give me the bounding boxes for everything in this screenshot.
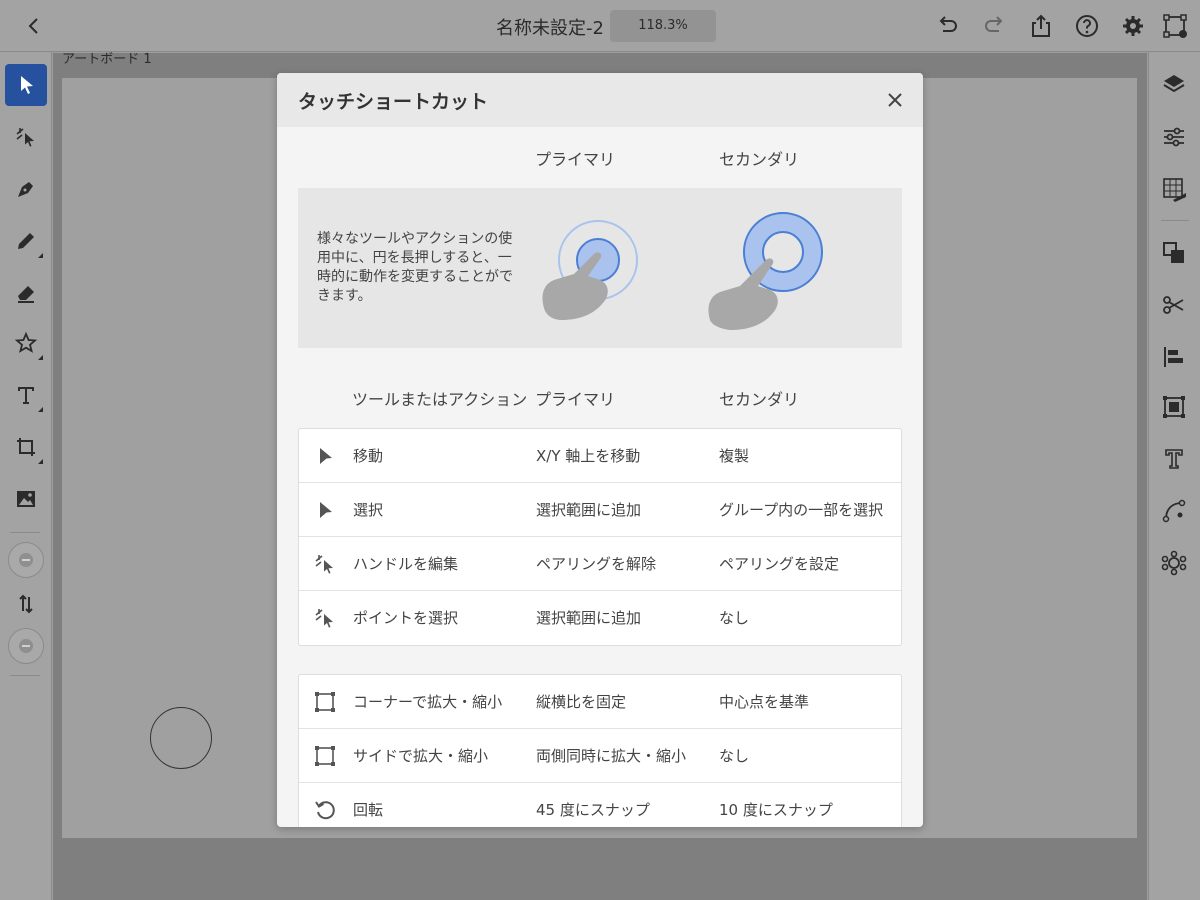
- image-tool-button[interactable]: [5, 478, 47, 520]
- touch-demo-panel: 様々なツールやアクションの使用中に、円を長押しすると、一時的に動作を変更すること…: [298, 188, 902, 348]
- secondary-touch-modifier[interactable]: [8, 628, 44, 664]
- path-edit-icon[interactable]: [1161, 498, 1187, 524]
- row-primary: 両側同時に拡大・縮小: [536, 747, 687, 765]
- gear-icon[interactable]: [1120, 13, 1146, 39]
- eraser-tool-button[interactable]: [5, 272, 47, 314]
- direct-select-tool-button[interactable]: [5, 116, 47, 158]
- pencil-icon: [18, 233, 34, 249]
- row-primary: 選択範囲に追加: [536, 609, 642, 627]
- table-row: 選択 選択範囲に追加 グループ内の一部を選択: [299, 483, 901, 537]
- image-icon: [17, 491, 35, 507]
- right-panel-bar: [1148, 52, 1200, 900]
- pencil-tool-button[interactable]: [5, 220, 47, 262]
- row-secondary: なし: [719, 747, 750, 765]
- table-row: ポイントを選択 選択範囲に追加 なし: [299, 591, 901, 645]
- repeat-grid-icon[interactable]: [1161, 394, 1187, 420]
- properties-sliders-icon[interactable]: [1161, 124, 1187, 150]
- canvas-ellipse-shape[interactable]: [150, 707, 212, 769]
- row-tool: ポイントを選択: [353, 609, 459, 627]
- document-title[interactable]: 名称未設定-2: [496, 14, 604, 40]
- arrange-icon[interactable]: [1161, 240, 1187, 266]
- swap-modifier-button[interactable]: [5, 583, 47, 625]
- direct-select-icon: [16, 128, 34, 147]
- row-secondary: なし: [719, 609, 750, 627]
- secondary-touch-illustration: [698, 198, 838, 338]
- arrow-cursor-icon: [313, 498, 337, 522]
- close-icon[interactable]: [885, 90, 905, 110]
- swap-arrows-icon: [19, 594, 33, 614]
- shortcut-group-transform: コーナーで拡大・縮小 縦横比を固定 中心点を基準 サイドで拡大・縮小 両側同時に…: [298, 674, 902, 827]
- demo-description: 様々なツールやアクションの使用中に、円を長押しすると、一時的に動作を変更すること…: [317, 231, 513, 304]
- row-tool: コーナーで拡大・縮小: [353, 693, 503, 711]
- redo-icon[interactable]: [982, 13, 1008, 39]
- shape-tool-button[interactable]: [5, 322, 47, 364]
- shortcut-group-selection: 移動 X/Y 軸上を移動 複製 選択 選択範囲に追加 グループ内の一部を選択 ハ…: [298, 428, 902, 646]
- table-header-tool: ツールまたはアクション: [352, 390, 528, 409]
- share-icon[interactable]: [1028, 13, 1054, 39]
- touch-shortcuts-dialog: タッチショートカット プライマリ セカンダリ 様々なツールやアクションの使用中に…: [277, 73, 923, 827]
- demo-header-primary: プライマリ: [535, 150, 616, 169]
- table-row: サイドで拡大・縮小 両側同時に拡大・縮小 なし: [299, 729, 901, 783]
- row-primary: X/Y 軸上を移動: [536, 447, 641, 465]
- cloud-document-icon[interactable]: [1162, 13, 1188, 39]
- arrow-cursor-icon: [21, 76, 33, 94]
- row-primary: 45 度にスナップ: [536, 801, 650, 819]
- row-secondary: グループ内の一部を選択: [719, 501, 884, 519]
- bounding-box-icon: [313, 744, 337, 768]
- layers-icon[interactable]: [1161, 72, 1187, 98]
- row-secondary: 複製: [719, 447, 750, 465]
- scissors-icon[interactable]: [1161, 292, 1187, 318]
- table-header-primary: プライマリ: [535, 390, 616, 409]
- row-secondary: ペアリングを設定: [719, 555, 840, 573]
- dialog-header: タッチショートカット: [277, 73, 923, 127]
- toolbar-divider: [10, 532, 40, 533]
- table-row: コーナーで拡大・縮小 縦横比を固定 中心点を基準: [299, 675, 901, 729]
- zoom-level[interactable]: 118.3%: [610, 10, 716, 42]
- row-tool: 移動: [353, 447, 384, 465]
- type-panel-icon[interactable]: [1161, 446, 1187, 472]
- row-primary: 選択範囲に追加: [536, 501, 642, 519]
- text-tool-button[interactable]: [5, 374, 47, 416]
- star-icon: [14, 331, 38, 353]
- toolbar-divider: [10, 675, 40, 676]
- dialog-title: タッチショートカット: [298, 91, 489, 113]
- pen-tool-button[interactable]: [5, 168, 47, 210]
- row-tool: サイドで拡大・縮小: [353, 747, 489, 765]
- left-toolbar: [0, 52, 52, 900]
- row-primary: ペアリングを解除: [536, 555, 657, 573]
- arrow-cursor-icon: [313, 444, 337, 468]
- align-icon[interactable]: [1161, 344, 1187, 370]
- direct-select-icon: [313, 552, 337, 576]
- crop-tool-button[interactable]: [5, 426, 47, 468]
- table-header-secondary: セカンダリ: [719, 390, 800, 409]
- help-icon[interactable]: [1074, 13, 1100, 39]
- eraser-icon: [18, 286, 34, 303]
- row-secondary: 中心点を基準: [719, 693, 810, 711]
- crop-icon: [17, 438, 35, 456]
- demo-header-secondary: セカンダリ: [719, 150, 800, 169]
- bounding-box-icon: [313, 690, 337, 714]
- top-bar: 名称未設定-2 118.3%: [0, 0, 1200, 52]
- text-icon: [18, 387, 34, 404]
- undo-icon[interactable]: [934, 13, 960, 39]
- select-tool-button[interactable]: [5, 64, 47, 106]
- direct-select-icon: [313, 606, 337, 630]
- rotate-icon: [313, 798, 337, 822]
- pen-icon: [18, 182, 33, 197]
- back-chevron-icon[interactable]: [22, 14, 46, 38]
- row-tool: 回転: [353, 801, 384, 819]
- table-row: ハンドルを編集 ペアリングを解除 ペアリングを設定: [299, 537, 901, 591]
- primary-touch-illustration: [530, 208, 650, 328]
- row-tool: 選択: [353, 501, 384, 519]
- grid-ruler-icon[interactable]: [1161, 176, 1187, 202]
- panel-divider: [1161, 220, 1189, 221]
- artboard-label[interactable]: アートボード 1: [62, 48, 152, 67]
- plugins-icon[interactable]: [1161, 550, 1187, 576]
- row-primary: 縦横比を固定: [536, 693, 627, 711]
- table-row: 移動 X/Y 軸上を移動 複製: [299, 429, 901, 483]
- primary-touch-modifier[interactable]: [8, 542, 44, 578]
- row-secondary: 10 度にスナップ: [719, 801, 833, 819]
- row-tool: ハンドルを編集: [353, 555, 459, 573]
- table-row: 回転 45 度にスナップ 10 度にスナップ: [299, 783, 901, 827]
